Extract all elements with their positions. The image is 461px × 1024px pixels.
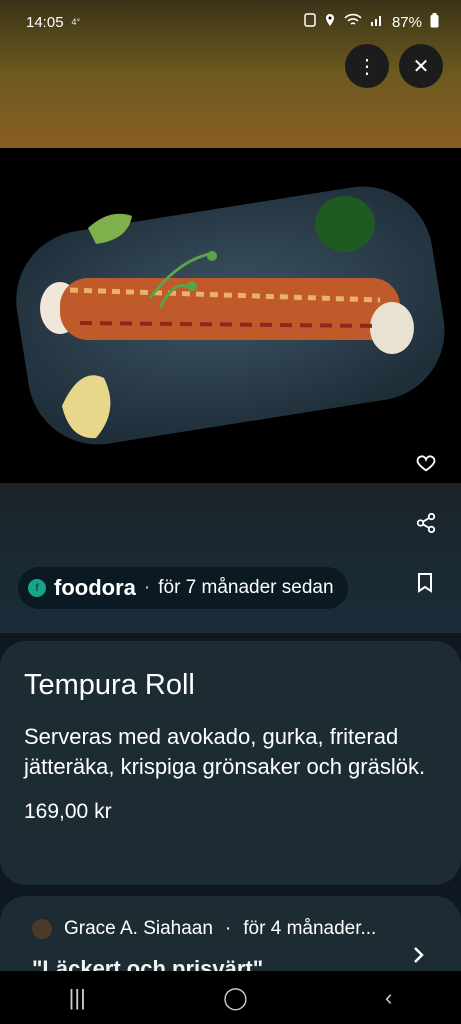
source-name: foodora <box>54 575 136 600</box>
item-description: Serveras med avokado, gurka, friterad jä… <box>24 724 426 779</box>
close-icon: ✕ <box>412 55 430 78</box>
home-button[interactable]: ◯ <box>223 985 248 1011</box>
favorite-button[interactable] <box>415 452 437 474</box>
share-button[interactable] <box>415 512 437 534</box>
chevron-right-icon[interactable] <box>413 944 425 970</box>
heart-icon <box>416 455 436 472</box>
content-gradient <box>0 483 461 633</box>
battery-icon <box>430 12 439 32</box>
avatar <box>32 919 52 939</box>
review-time: för 4 månader... <box>243 918 377 939</box>
wifi-icon <box>344 13 362 31</box>
location-icon <box>324 13 336 31</box>
status-time: 14:05 <box>26 13 64 31</box>
item-price: 169,00 kr <box>24 800 112 823</box>
battery-percent: 87% <box>391 13 422 31</box>
item-title: Tempura Roll <box>24 669 195 701</box>
back-button[interactable]: ‹ <box>385 985 392 1011</box>
recent-apps-button[interactable]: ||| <box>69 985 86 1011</box>
share-icon <box>416 512 436 534</box>
status-small-icon: 4° <box>71 17 81 27</box>
source-time: för 7 månader sedan <box>158 577 334 598</box>
bookmark-button[interactable] <box>417 573 435 595</box>
foodora-logo-icon: f <box>28 579 46 597</box>
more-vert-icon: ⋮ <box>357 55 377 78</box>
food-photo <box>0 148 461 483</box>
bookmark-icon <box>418 573 432 593</box>
close-button[interactable]: ✕ <box>399 44 443 88</box>
source-chip[interactable]: f foodora · för 7 månader sedan <box>18 567 348 609</box>
signal-icon <box>370 13 384 31</box>
more-options-button[interactable]: ⋮ <box>345 44 389 88</box>
system-nav-bar: ||| ◯ ‹ <box>0 971 461 1024</box>
review-author: Grace A. Siahaan <box>64 918 213 939</box>
source-separator: · <box>143 577 151 598</box>
item-card: Tempura Roll Serveras med avokado, gurka… <box>0 641 461 885</box>
notification-icon <box>304 13 316 31</box>
status-bar: 14:05 4° 87% <box>0 0 461 44</box>
review-separator: · <box>224 918 232 939</box>
